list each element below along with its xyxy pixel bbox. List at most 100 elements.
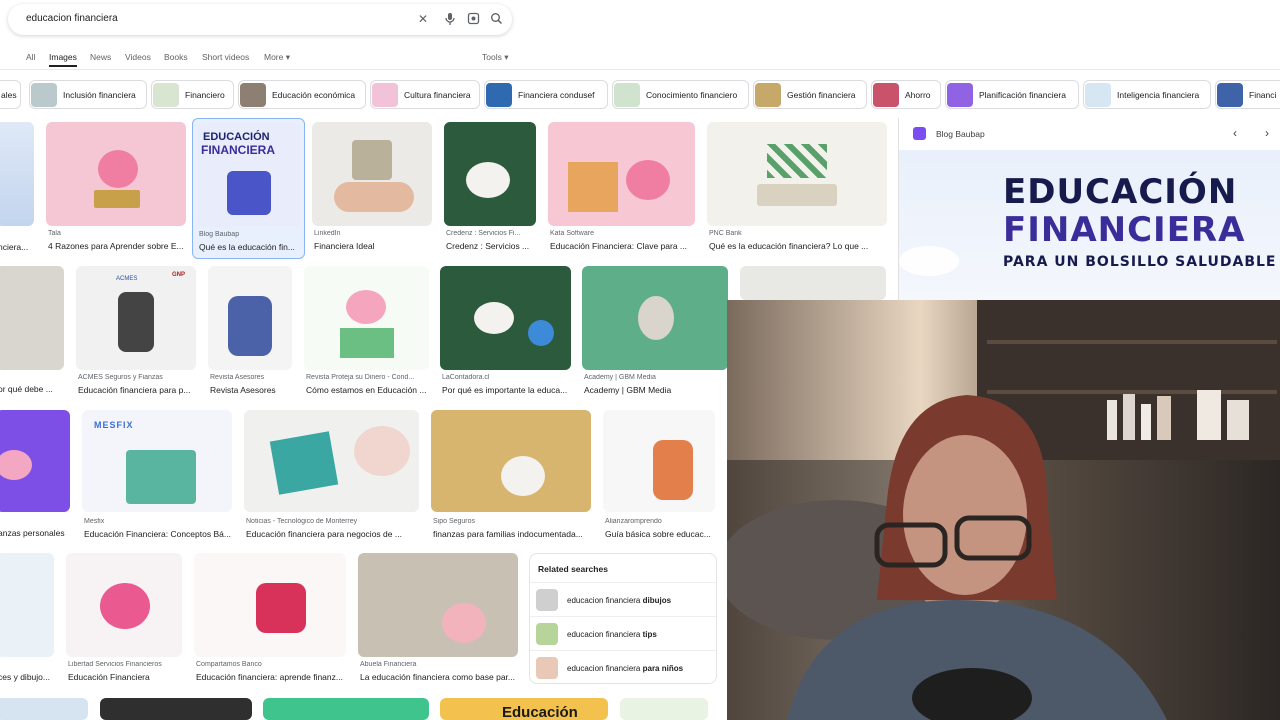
tab-news[interactable]: News: [90, 52, 111, 62]
result-image: [244, 410, 419, 512]
result-image: [603, 410, 715, 512]
close-icon[interactable]: ✕: [416, 12, 430, 26]
image-text: FINANCIERA: [201, 143, 275, 157]
chip[interactable]: Ahorro: [871, 80, 941, 109]
result-source: Kata Software: [550, 230, 594, 237]
chevron-right-icon[interactable]: ›: [1265, 126, 1269, 140]
chip-label: Conocimiento financiero: [646, 90, 738, 100]
search-input[interactable]: educacion financiera: [26, 13, 118, 24]
chevron-left-icon[interactable]: ‹: [1233, 126, 1237, 140]
image-result[interactable]: Revista Proteja su Dinero - Cond... Cómo…: [304, 266, 429, 400]
image-result[interactable]: [100, 698, 252, 720]
image-result[interactable]: ACMES GNP ACMES Seguros y Fianzas Educac…: [76, 266, 196, 400]
preview-image[interactable]: EDUCACIÓN FINANCIERA PARA UN BOLSILLO SA…: [899, 150, 1280, 300]
image-result[interactable]: Kata Software Educación Financiera: Clav…: [548, 122, 695, 258]
result-image: [0, 553, 54, 657]
result-image: [0, 698, 88, 720]
chip[interactable]: Educación económica: [238, 80, 366, 109]
image-result[interactable]: nciera...: [0, 122, 34, 258]
image-result[interactable]: [740, 266, 886, 300]
image-result[interactable]: Tala 4 Razones para Aprender sobre E...: [46, 122, 186, 258]
tools-button[interactable]: Tools ▾: [482, 52, 509, 63]
image-result[interactable]: [620, 698, 708, 720]
image-result[interactable]: anzas personales: [0, 410, 70, 542]
mic-icon[interactable]: [443, 12, 457, 26]
result-image: ACMES GNP: [76, 266, 196, 370]
books-shape: [340, 328, 394, 358]
image-result[interactable]: [263, 698, 429, 720]
piggy-bank-shape: [626, 160, 670, 200]
result-source: Sipo Seguros: [433, 518, 476, 525]
related-query: educacion financiera tips: [567, 630, 657, 639]
related-item[interactable]: educacion financiera dibujos: [530, 582, 716, 616]
image-result[interactable]: LaContadora.cl Por qué es importante la …: [440, 266, 571, 400]
image-result[interactable]: Academy | GBM Media Academy | GBM Media: [582, 266, 728, 400]
result-title: Educación financiera: aprende finanz...: [196, 672, 343, 682]
image-result[interactable]: Credenz : Servicios Fi... Credenz : Serv…: [444, 122, 536, 258]
image-result[interactable]: Revista Asesores Revista Asesores: [208, 266, 292, 400]
chip[interactable]: Financiero: [151, 80, 234, 109]
tab-videos[interactable]: Videos: [125, 52, 151, 62]
related-thumbnail: [536, 589, 558, 611]
image-result[interactable]: LinkedIn Financiera Ideal: [312, 122, 432, 258]
image-result[interactable]: Noticias - Tecnológico de Monterrey Educ…: [244, 410, 419, 542]
preview-site-name[interactable]: Blog Baubap: [936, 129, 985, 139]
image-result[interactable]: PNC Bank Qué es la educación financiera?…: [707, 122, 887, 258]
tab-books[interactable]: Books: [164, 52, 188, 62]
image-result[interactable]: [0, 698, 88, 720]
result-source: Compartamos Banco: [196, 661, 262, 668]
piggy-bank-shape: [98, 150, 138, 188]
tab-short-videos[interactable]: Short videos: [202, 52, 249, 62]
image-result[interactable]: ces y dibujo...: [0, 553, 54, 685]
chip[interactable]: Inclusión financiera: [29, 80, 147, 109]
result-image: [66, 553, 182, 657]
face-shape: [638, 296, 674, 340]
related-query-prefix: educacion financiera: [567, 630, 643, 639]
chip-thumbnail: [947, 83, 973, 107]
result-title: Academy | GBM Media: [584, 385, 672, 395]
result-source: Revista Proteja su Dinero - Cond...: [306, 374, 415, 381]
result-image: [208, 266, 292, 370]
chip[interactable]: Planificación financiera: [945, 80, 1079, 109]
image-result[interactable]: or qué debe ...: [0, 266, 64, 400]
person-figure: [653, 440, 693, 500]
refinement-chips: ales Inclusión financiera Financiero Edu…: [0, 80, 1280, 110]
tab-images[interactable]: Images: [49, 52, 77, 67]
chip[interactable]: Financiera condusef: [484, 80, 608, 109]
chip[interactable]: ales: [0, 80, 21, 109]
image-result[interactable]: Alianzaromprendo Guía básica sobre educa…: [603, 410, 715, 542]
piggy-bank-shape: [474, 302, 514, 334]
calculator-shape: [269, 431, 339, 495]
image-result-selected[interactable]: EDUCACIÓN FINANCIERA Blog Baubap Qué es …: [192, 118, 305, 259]
search-icon[interactable]: [489, 12, 503, 26]
result-title: finanzas para familias indocumentada...: [433, 529, 583, 539]
result-title: Educación Financiera: Conceptos Bá...: [84, 529, 231, 539]
image-result[interactable]: MESFIX Mesfix Educación Financiera: Conc…: [82, 410, 232, 542]
chip[interactable]: Conocimiento financiero: [612, 80, 749, 109]
related-item[interactable]: educacion financiera tips: [530, 616, 716, 650]
image-result[interactable]: Abuela Financiera La educación financier…: [358, 553, 518, 685]
camera-icon[interactable]: [466, 12, 480, 26]
result-source: Academy | GBM Media: [584, 374, 656, 381]
search-tabs: All Images News Videos Books Short video…: [0, 48, 1280, 68]
chip[interactable]: Cultura financiera: [370, 80, 480, 109]
image-result[interactable]: Libertad Servicios Financieros Educación…: [66, 553, 182, 685]
related-item[interactable]: educacion financiera para niños: [530, 650, 716, 684]
tab-all[interactable]: All: [26, 52, 35, 62]
chip[interactable]: Gestión financiera: [753, 80, 867, 109]
image-result[interactable]: Educación: [440, 698, 608, 720]
result-title: or qué debe ...: [0, 384, 53, 394]
tab-more[interactable]: More ▾: [264, 52, 290, 63]
image-result[interactable]: Sipo Seguros finanzas para familias indo…: [431, 410, 591, 542]
search-box[interactable]: educacion financiera ✕: [8, 4, 512, 35]
chip-thumbnail: [31, 83, 57, 107]
chip-label: Ahorro: [905, 90, 931, 100]
result-source: Abuela Financiera: [360, 661, 417, 668]
book-shape: [757, 184, 837, 206]
chip[interactable]: Inteligencia financiera: [1083, 80, 1211, 109]
stack-shape: [228, 296, 272, 356]
chip[interactable]: Financi: [1215, 80, 1280, 109]
image-result[interactable]: Compartamos Banco Educación financiera: …: [194, 553, 346, 685]
result-title: Educación Financiera: [68, 672, 150, 682]
result-source: Noticias - Tecnológico de Monterrey: [246, 518, 358, 525]
